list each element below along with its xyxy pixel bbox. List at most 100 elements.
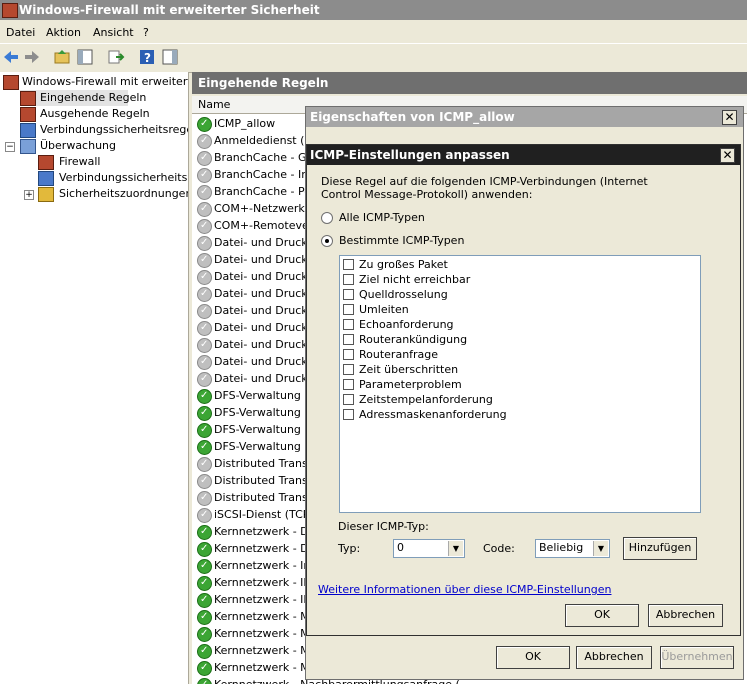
close-icon[interactable]: ✕ (722, 110, 737, 125)
type-label: Typ: (338, 542, 361, 555)
firewall-icon (2, 3, 18, 18)
rule-name: BranchCache - Inh (214, 168, 316, 181)
props-cancel-button[interactable]: Abbrechen (576, 646, 652, 669)
tree-item-eingehende-regeln[interactable]: Eingehende Regeln (20, 90, 146, 106)
icmp-type-checkbox[interactable] (343, 304, 354, 315)
type-select[interactable]: 0 ▼ (393, 539, 465, 558)
show-action-pane-icon[interactable] (161, 48, 179, 66)
icmp-type-label: Echoanforderung (359, 318, 454, 331)
icmp-type-checkbox[interactable] (343, 334, 354, 345)
firewall-icon (3, 75, 19, 90)
monitoring-icon (20, 139, 36, 154)
menu-datei[interactable]: Datei (6, 26, 35, 39)
radio-specific-icmp-types[interactable] (321, 235, 333, 247)
code-select[interactable]: Beliebig ▼ (535, 539, 610, 558)
forward-arrow-icon[interactable] (23, 48, 41, 66)
icmp-type-label: Routerankündigung (359, 333, 468, 346)
chevron-down-icon: ▼ (593, 541, 608, 556)
rule-name: DFS-Verwaltung (S (214, 406, 316, 419)
rule-name: DFS-Verwaltung (V (214, 440, 317, 453)
export-list-icon[interactable] (107, 48, 125, 66)
rule-name: Datei- und Drucker (214, 270, 319, 283)
menu-aktion[interactable]: Aktion (46, 26, 81, 39)
connection-security-icon (38, 171, 54, 186)
rule-name: Kernnetzwerk - Mu (214, 610, 317, 623)
icmp-type-label: Zeit überschritten (359, 363, 459, 376)
disabled-rule-icon (197, 489, 212, 506)
properties-dialog-title: Eigenschaften von ICMP_allow (310, 110, 515, 124)
add-button[interactable]: Hinzufügen (623, 537, 697, 560)
tree-root-label: Windows-Firewall mit erweiterter S (22, 75, 188, 88)
rule-name: iSCSI-Dienst (TCP e (214, 508, 320, 521)
enabled-rule-icon (197, 676, 212, 684)
tree-item-label: Verbindungssicherheitsreg (59, 171, 188, 184)
firewall-icon (38, 155, 54, 170)
disabled-rule-icon (197, 336, 212, 353)
icmp-type-checkbox[interactable] (343, 274, 354, 285)
info-link[interactable]: Weitere Informationen über diese ICMP-Ei… (318, 583, 611, 596)
rule-name: Datei- und Drucker (214, 287, 319, 300)
disabled-rule-icon (197, 285, 212, 302)
icmp-type-list: Zu großes Paket Ziel nicht erreichbar Quel… (339, 255, 701, 513)
disabled-rule-icon (197, 268, 212, 285)
radio-all-label: Alle ICMP-Typen (339, 211, 425, 224)
window-title-bar: Windows-Firewall mit erweiterter Sicherh… (0, 0, 747, 20)
props-apply-button[interactable]: Übernehmen (660, 646, 734, 669)
tree-item-label: Ausgehende Regeln (40, 107, 150, 120)
enabled-rule-icon (197, 574, 212, 591)
cancel-button[interactable]: Abbrechen (648, 604, 723, 627)
enabled-rule-icon (197, 659, 212, 676)
disabled-rule-icon (197, 149, 212, 166)
enabled-rule-icon (197, 557, 212, 574)
enabled-rule-icon (197, 625, 212, 642)
navigation-tree: Windows-Firewall mit erweiterter S Einge… (0, 72, 189, 684)
close-icon[interactable]: ✕ (720, 148, 735, 163)
rule-name: Kernnetzwerk - Mu (214, 627, 317, 640)
radio-specific-label: Bestimmte ICMP-Typen (339, 234, 465, 247)
props-ok-button[interactable]: OK (496, 646, 570, 669)
icmp-type-checkbox[interactable] (343, 349, 354, 360)
icmp-type-checkbox[interactable] (343, 364, 354, 375)
column-header-name[interactable]: Name (198, 98, 230, 111)
menu-help[interactable]: ? (143, 26, 149, 39)
radio-all-icmp-types[interactable] (321, 212, 333, 224)
show-hide-tree-icon[interactable] (76, 48, 94, 66)
icmp-type-label: Zeitstempelanforderung (359, 393, 493, 406)
enabled-rule-icon (197, 523, 212, 540)
rule-name: Distributed Transa (214, 491, 315, 504)
enabled-rule-icon (197, 421, 212, 438)
tree-item-label: Verbindungssicherheitsregeln (40, 123, 189, 136)
disabled-rule-icon (197, 353, 212, 370)
rule-name: Datei- und Drucker (214, 372, 319, 385)
type-select-value: 0 (397, 541, 404, 554)
expand-toggle[interactable]: + (24, 190, 34, 200)
enabled-rule-icon (197, 591, 212, 608)
properties-dialog-title-bar: Eigenschaften von ICMP_allow ✕ (306, 107, 743, 127)
icmp-type-checkbox[interactable] (343, 289, 354, 300)
enabled-rule-icon (197, 540, 212, 557)
tree-item-label: Sicherheitszuordnungen (59, 187, 189, 200)
rule-name: Kernnetzwerk - IPv (214, 593, 317, 606)
icmp-type-checkbox[interactable] (343, 259, 354, 270)
rule-name: Datei- und Drucker (214, 338, 319, 351)
ok-button[interactable]: OK (565, 604, 639, 627)
icmp-type-checkbox[interactable] (343, 394, 354, 405)
folder-up-icon[interactable] (53, 48, 71, 66)
collapse-toggle[interactable]: − (5, 142, 15, 152)
icmp-type-checkbox[interactable] (343, 409, 354, 420)
icmp-type-checkbox[interactable] (343, 319, 354, 330)
rule-name: Datei- und Drucker (214, 304, 319, 317)
lock-icon (38, 187, 54, 202)
disabled-rule-icon (197, 166, 212, 183)
enabled-rule-icon (197, 438, 212, 455)
toolbar: ? (0, 43, 747, 73)
disabled-rule-icon (197, 217, 212, 234)
rule-name: Kernnetzwerk - Dy (214, 542, 316, 555)
back-arrow-icon[interactable] (2, 48, 20, 66)
help-icon[interactable]: ? (138, 48, 156, 66)
rule-name: Kernnetzwerk - Mu (214, 661, 317, 674)
tree-item-label: Firewall (59, 155, 101, 168)
icmp-type-checkbox[interactable] (343, 379, 354, 390)
menu-ansicht[interactable]: Ansicht (93, 26, 134, 39)
icmp-type-label: Routeranfrage (359, 348, 439, 361)
